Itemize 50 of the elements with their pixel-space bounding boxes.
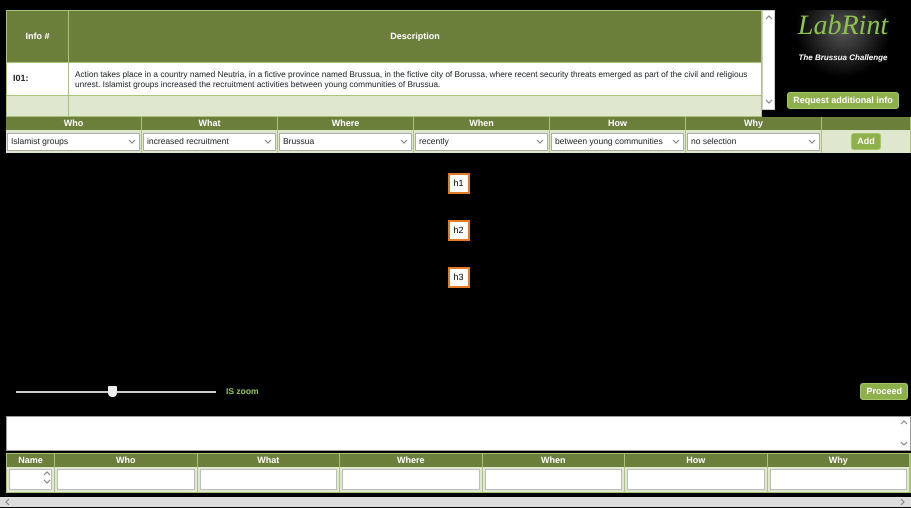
column-header: How xyxy=(625,454,768,467)
spin-down-icon[interactable] xyxy=(43,478,51,486)
dropdown[interactable]: Islamist groups xyxy=(7,132,140,150)
text-area[interactable] xyxy=(57,469,194,490)
caret-icon[interactable] xyxy=(808,138,816,146)
scroll-left-icon[interactable] xyxy=(4,498,12,506)
text-area[interactable] xyxy=(627,469,764,490)
scroll-up-icon[interactable] xyxy=(764,14,772,22)
column-header: Description xyxy=(68,10,762,62)
column-header: Info # xyxy=(6,10,68,62)
caret-icon[interactable] xyxy=(128,138,136,146)
column-header: Where xyxy=(340,454,482,467)
column-header: Name xyxy=(7,454,55,467)
text-area[interactable] xyxy=(484,469,622,490)
column-header: Who xyxy=(55,454,198,467)
column-header: Why xyxy=(768,454,910,467)
subtitle: The Brussua Challenge xyxy=(798,52,888,64)
zoom-label: IS zoom xyxy=(226,385,259,398)
column-header: When xyxy=(414,117,550,130)
dropdown[interactable]: increased recruitment xyxy=(143,132,276,150)
scroll-down-icon[interactable] xyxy=(900,440,908,448)
column-header: When xyxy=(482,454,625,467)
dropdown[interactable]: no selection xyxy=(687,132,820,150)
column-header: What xyxy=(198,454,340,467)
caret-icon[interactable] xyxy=(672,138,680,146)
dropdown[interactable]: recently xyxy=(415,132,548,150)
text-area[interactable] xyxy=(770,469,907,490)
caret-icon[interactable] xyxy=(264,138,272,146)
column-header: Where xyxy=(278,117,414,130)
dropdown[interactable]: between young communities xyxy=(551,132,684,150)
scroll-down-icon[interactable] xyxy=(764,98,772,106)
caret-icon[interactable] xyxy=(400,138,408,146)
text-area[interactable] xyxy=(6,416,911,451)
scroll-right-icon[interactable] xyxy=(899,498,907,506)
column-header: How xyxy=(550,117,686,130)
column-header: What xyxy=(142,117,278,130)
logo: LabRint xyxy=(798,10,888,42)
text-area[interactable] xyxy=(342,469,480,490)
graph-node[interactable]: h1 xyxy=(448,173,470,194)
slider-thumb[interactable] xyxy=(108,386,117,396)
dropdown[interactable]: Brussua xyxy=(279,132,412,150)
text-area[interactable] xyxy=(200,469,337,490)
spin-up-icon[interactable] xyxy=(43,470,51,478)
graph-node[interactable]: h2 xyxy=(448,220,470,241)
caret-icon[interactable] xyxy=(536,138,544,146)
column-header: Why xyxy=(686,117,822,130)
horizontal-scrollbar[interactable] xyxy=(0,497,911,507)
graph-node[interactable]: h3 xyxy=(448,267,470,288)
number-field[interactable] xyxy=(9,469,52,490)
column-header: Who xyxy=(6,117,142,130)
